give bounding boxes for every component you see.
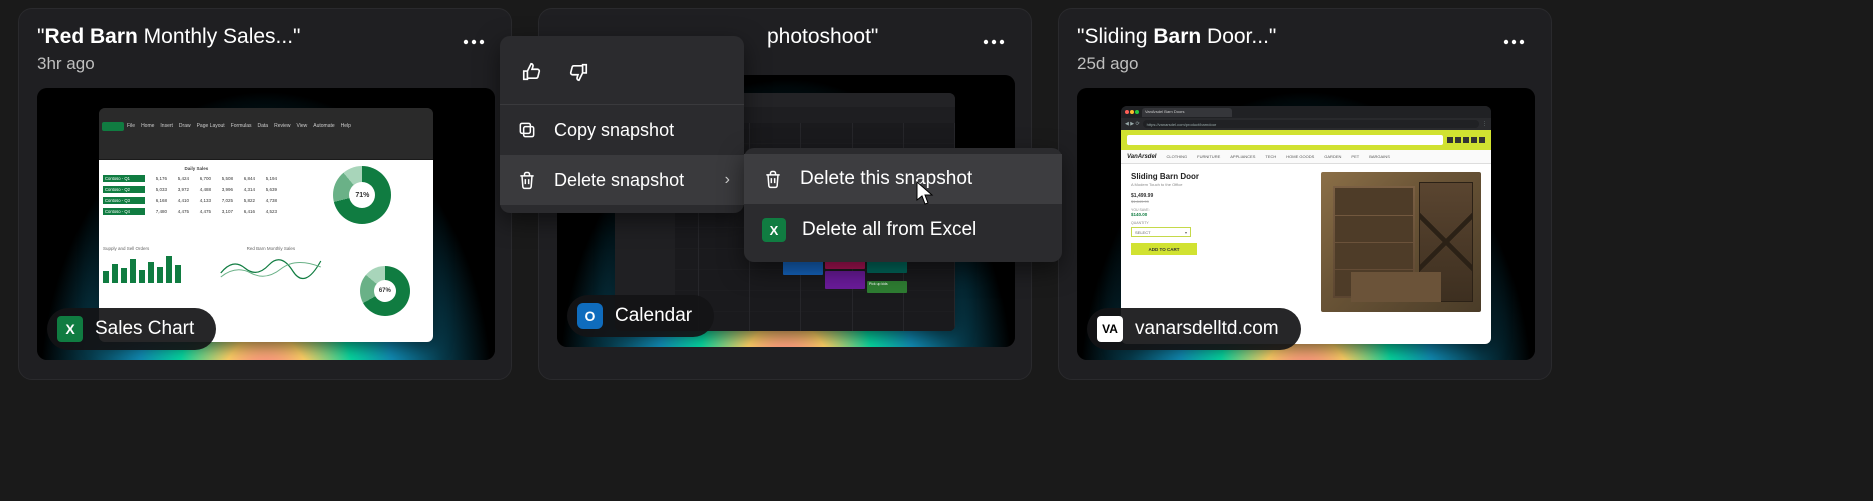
thumbs-up-icon — [521, 61, 543, 83]
source-tag: X Sales Chart — [47, 308, 216, 350]
copy-icon — [516, 119, 538, 141]
feedback-row — [500, 44, 744, 105]
snapshot-card[interactable]: "Red Barn Monthly Sales..." 3hr ago File… — [18, 8, 512, 380]
excel-app-icon: X — [57, 316, 83, 342]
menu-item-label: Delete this snapshot — [800, 168, 972, 190]
chevron-right-icon: › — [725, 171, 730, 189]
source-label: Sales Chart — [95, 318, 194, 340]
card-timestamp: 25d ago — [1077, 54, 1276, 74]
trash-icon — [516, 169, 538, 191]
menu-item-label: Delete all from Excel — [802, 219, 976, 241]
thumbs-up-button[interactable] — [514, 54, 550, 90]
delete-all-from-app-item[interactable]: X Delete all from Excel — [744, 204, 1062, 256]
thumbs-down-icon — [567, 61, 589, 83]
thumbs-down-button[interactable] — [560, 54, 596, 90]
source-label: Calendar — [615, 305, 692, 327]
card-header: "Red Barn Monthly Sales..." 3hr ago — [37, 23, 493, 74]
delete-this-snapshot-item[interactable]: Delete this snapshot — [744, 154, 1062, 204]
excel-app-icon: X — [762, 218, 786, 242]
menu-item-label: Delete snapshot — [554, 170, 684, 191]
excel-window-preview: FileHomeInsertDrawPage LayoutFormulasDat… — [99, 108, 433, 342]
trash-icon — [762, 168, 784, 190]
snapshot-thumbnail[interactable]: VanArsdel Barn Doors ◀ ▶ ⟳ https://vanar… — [1077, 88, 1535, 360]
source-tag: O Calendar — [567, 295, 714, 337]
snapshot-thumbnail[interactable]: FileHomeInsertDrawPage LayoutFormulasDat… — [37, 88, 495, 360]
more-options-button[interactable] — [455, 23, 493, 61]
card-title: "Red Barn Monthly Sales..." — [37, 23, 301, 50]
ellipsis-icon — [983, 39, 1005, 45]
card-header: "Sliding Barn Door..." 25d ago — [1077, 23, 1533, 74]
ellipsis-icon — [1503, 39, 1525, 45]
source-tag: VA vanarsdelltd.com — [1087, 308, 1301, 350]
more-options-button[interactable] — [975, 23, 1013, 61]
context-submenu: Delete this snapshot X Delete all from E… — [744, 148, 1062, 262]
snapshot-card[interactable]: "Sliding Barn Door..." 25d ago VanArsdel… — [1058, 8, 1552, 380]
menu-item-label: Copy snapshot — [554, 120, 674, 141]
copy-snapshot-item[interactable]: Copy snapshot — [500, 105, 744, 155]
source-label: vanarsdelltd.com — [1135, 318, 1279, 340]
outlook-app-icon: O — [577, 303, 603, 329]
ellipsis-icon — [463, 39, 485, 45]
more-options-button[interactable] — [1495, 23, 1533, 61]
card-timestamp: 3hr ago — [37, 54, 301, 74]
card-title: "Sliding Barn Door..." — [1077, 23, 1276, 50]
delete-snapshot-item[interactable]: Delete snapshot › — [500, 155, 744, 205]
context-menu: Copy snapshot Delete snapshot › — [500, 36, 744, 213]
website-icon: VA — [1097, 316, 1123, 342]
mouse-cursor-icon — [915, 180, 935, 206]
